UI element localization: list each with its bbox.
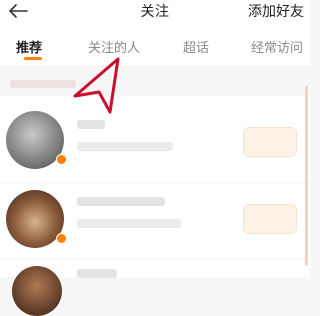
tab-super-topic[interactable]: 超话 (183, 37, 209, 56)
follow-button[interactable] (243, 127, 297, 157)
username-blurred (77, 197, 165, 206)
tab-bar: 推荐 关注的人 超话 经常访问 (0, 26, 310, 67)
verified-badge-icon (56, 233, 67, 244)
scrollbar[interactable] (305, 86, 308, 266)
top-bar: 关注 添加好友 (0, 0, 310, 26)
tab-recommend[interactable]: 推荐 (16, 37, 42, 56)
username-blurred (77, 120, 105, 129)
description-blurred (77, 142, 173, 151)
active-tab-indicator (24, 57, 42, 60)
list-item[interactable] (0, 260, 310, 316)
tab-following[interactable]: 关注的人 (88, 37, 140, 56)
description-blurred (77, 219, 181, 228)
avatar[interactable] (12, 266, 62, 316)
list-item[interactable] (0, 184, 310, 258)
tab-frequently-visited[interactable]: 经常访问 (251, 37, 303, 56)
section-header-blurred (10, 80, 76, 88)
follow-button[interactable] (243, 204, 297, 234)
verified-badge-icon (56, 154, 67, 165)
add-friend-button[interactable]: 添加好友 (248, 1, 304, 21)
list-item[interactable] (0, 96, 310, 182)
